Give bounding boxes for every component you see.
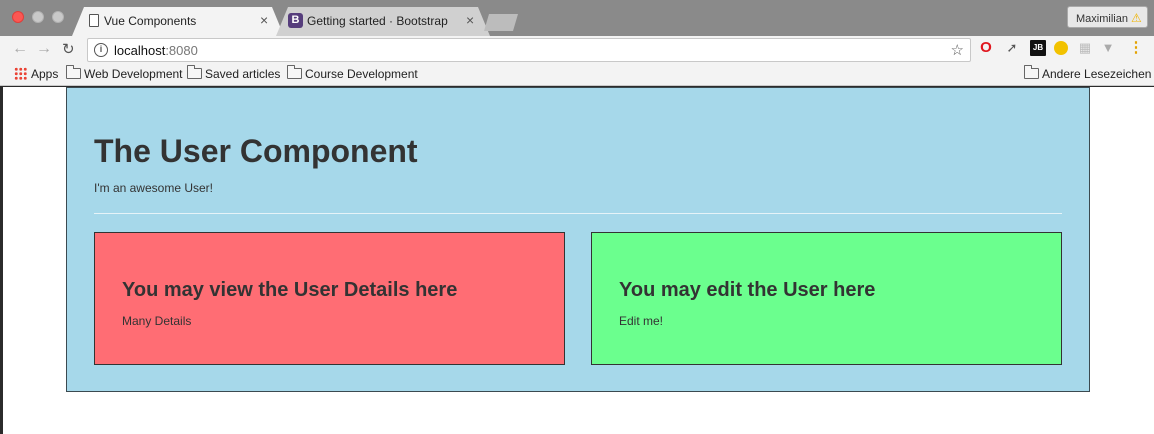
bookmark-web-development[interactable]: Web Development bbox=[66, 65, 183, 81]
folder-icon bbox=[287, 65, 302, 79]
tab-vue-components[interactable]: Vue Components × bbox=[72, 7, 284, 36]
tab-bootstrap[interactable]: B Getting started · Bootstrap × bbox=[276, 7, 490, 36]
url-text: localhost:8080 bbox=[114, 43, 198, 58]
user-component-container: The User Component I'm an awesome User! … bbox=[66, 87, 1090, 392]
bookmark-saved-articles[interactable]: Saved articles bbox=[187, 65, 280, 81]
reload-icon[interactable]: ↻ bbox=[62, 40, 75, 58]
profile-button[interactable]: Maximilian ⚠ bbox=[1067, 6, 1148, 28]
bookmarks-bar: Apps Web Development Saved articles Cour… bbox=[0, 64, 1154, 86]
star-icon[interactable]: ☆ bbox=[951, 41, 964, 59]
user-edit-card: You may edit the User here Edit me! bbox=[591, 232, 1062, 365]
profile-name: Maximilian bbox=[1076, 13, 1128, 25]
browser-toolbar: ← → ↻ i localhost:8080 ☆ O ➚ JB ▦ ▼ ⋮ bbox=[0, 36, 1154, 64]
tab-title: Getting started · Bootstrap bbox=[307, 14, 448, 28]
divider bbox=[94, 213, 1062, 214]
folder-icon bbox=[1024, 65, 1039, 79]
bookmark-apps[interactable]: Apps bbox=[14, 67, 58, 81]
user-edit-text: Edit me! bbox=[619, 314, 664, 328]
apps-grid-icon bbox=[14, 67, 27, 80]
forward-arrow-icon[interactable]: → bbox=[36, 40, 52, 58]
user-detail-text: Many Details bbox=[122, 314, 192, 328]
kebab-menu-icon[interactable]: ⋮ bbox=[1128, 40, 1144, 56]
page-title: The User Component bbox=[94, 133, 418, 169]
tab-title: Vue Components bbox=[104, 14, 197, 28]
bookmark-other[interactable]: Andere Lesezeichen bbox=[1024, 65, 1151, 81]
new-tab-button[interactable] bbox=[484, 14, 518, 31]
folder-icon bbox=[187, 65, 202, 79]
window-close-button[interactable] bbox=[12, 11, 24, 23]
info-icon[interactable]: i bbox=[94, 43, 108, 57]
page-subtitle: I'm an awesome User! bbox=[94, 181, 213, 195]
vue-devtools-icon[interactable]: ▼ bbox=[1100, 40, 1116, 56]
bootstrap-icon: B bbox=[288, 13, 303, 28]
window-minimize-button[interactable] bbox=[32, 11, 44, 23]
opera-icon[interactable]: O bbox=[978, 40, 994, 56]
jetbrains-icon[interactable]: JB bbox=[1030, 40, 1046, 56]
grid-extension-icon[interactable]: ▦ bbox=[1077, 40, 1093, 56]
user-edit-title: You may edit the User here bbox=[619, 279, 876, 301]
back-arrow-icon[interactable]: ← bbox=[12, 40, 28, 58]
tab-close-icon[interactable]: × bbox=[466, 12, 474, 28]
user-detail-card: You may view the User Details here Many … bbox=[94, 232, 565, 365]
window-zoom-button[interactable] bbox=[52, 11, 64, 23]
address-bar[interactable]: i localhost:8080 ☆ bbox=[87, 38, 971, 62]
user-detail-title: You may view the User Details here bbox=[122, 279, 458, 301]
tab-close-icon[interactable]: × bbox=[260, 12, 268, 28]
bookmark-course-development[interactable]: Course Development bbox=[287, 65, 418, 81]
tab-strip: Vue Components × B Getting started · Boo… bbox=[0, 0, 1154, 36]
page-viewport: The User Component I'm an awesome User! … bbox=[3, 87, 1154, 434]
warning-icon: ⚠ bbox=[1131, 11, 1142, 25]
document-icon bbox=[89, 14, 99, 27]
color-picker-icon[interactable]: ➚ bbox=[1004, 40, 1020, 56]
folder-icon bbox=[66, 65, 81, 79]
yellow-extension-icon[interactable] bbox=[1054, 41, 1068, 55]
